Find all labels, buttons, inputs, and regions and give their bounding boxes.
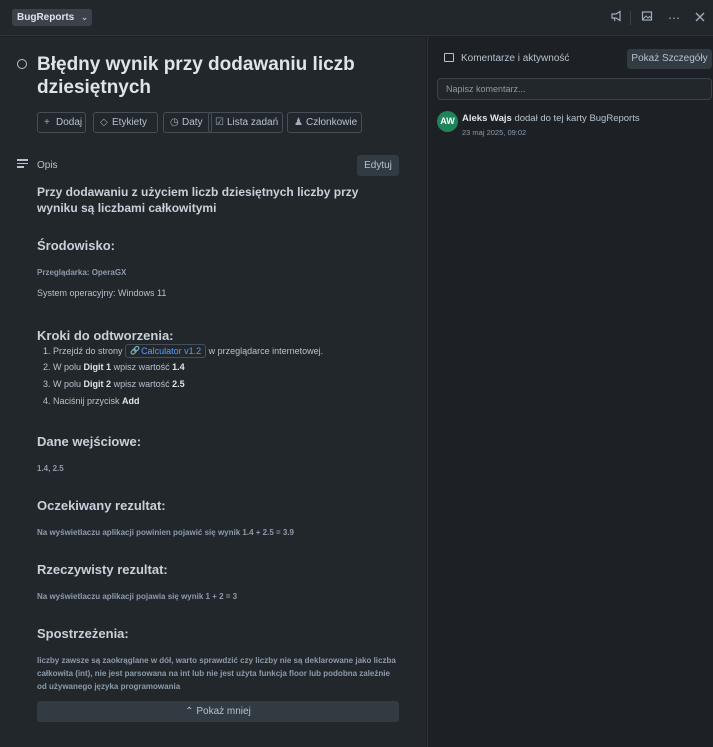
activity-user[interactable]: Aleks Wajs: [462, 113, 512, 124]
link-icon: 🔗: [130, 346, 141, 355]
edit-description-button[interactable]: Edytuj: [357, 155, 399, 176]
labels-button[interactable]: ◇ Etykiety: [93, 112, 158, 133]
add-label: Dodaj: [56, 117, 83, 128]
activity-sidebar: [427, 37, 713, 747]
tag-icon: ◇: [100, 117, 108, 128]
comment-icon: [444, 53, 454, 62]
chevron-down-icon: ⌄: [80, 12, 89, 22]
avatar[interactable]: AW: [437, 111, 458, 132]
show-details-button[interactable]: Pokaż Szczegóły: [627, 49, 712, 69]
step-2-mid: wpisz wartość: [113, 362, 170, 372]
input-heading: Dane wejściowe:: [37, 434, 142, 449]
step-2-field: Digit 1: [83, 362, 112, 372]
show-less-label: Pokaż mniej: [196, 706, 251, 717]
user-icon: ♟: [294, 117, 303, 128]
members-label: Członkowie: [306, 117, 358, 128]
activity-action: dodał do tej karty BugReports: [514, 113, 640, 124]
activity-title: Komentarze i aktywność: [461, 53, 570, 64]
step-3-value: 2.5: [172, 379, 185, 389]
close-icon[interactable]: [691, 9, 709, 27]
actual-heading: Rzeczywisty rezultat:: [37, 562, 168, 577]
checklist-icon: ☑: [215, 117, 224, 128]
clock-icon: ◷: [170, 117, 179, 128]
notes-heading: Spostrzeżenia:: [37, 626, 129, 641]
labels-label: Etykiety: [112, 117, 148, 128]
members-button[interactable]: ♟ Członkowie: [287, 112, 362, 133]
step-1-suffix: w przeglądarce internetowej.: [208, 346, 324, 356]
step-2: 2. W polu Digit 1 wpisz wartość 1.4: [43, 362, 405, 372]
calculator-link-label: Calculator v1.2: [141, 346, 202, 356]
dates-label: Daty: [182, 117, 203, 128]
step-3: 3. W polu Digit 2 wpisz wartość 2.5: [43, 379, 405, 389]
step-4-button: Add: [122, 396, 140, 406]
checklist-button[interactable]: ☑ Lista zadań: [208, 112, 283, 133]
more-icon[interactable]: ⋯: [665, 9, 683, 27]
notes-text: liczby zawsze są zaokrąglane w dół, wart…: [37, 656, 396, 691]
image-icon[interactable]: [638, 9, 656, 27]
actual-text: Na wyświetlaczu aplikacji pojawia się wy…: [37, 592, 238, 601]
step-3-text: 3. W polu: [43, 379, 82, 389]
divider: [630, 11, 631, 25]
step-2-value: 1.4: [172, 362, 185, 372]
description-label: Opis: [37, 160, 58, 171]
step-4: 4. Naciśnij przycisk Add: [43, 396, 405, 406]
complete-toggle[interactable]: [17, 59, 27, 69]
show-less-button[interactable]: ⌃ Pokaż mniej: [37, 701, 399, 722]
dates-button[interactable]: ◷ Daty: [163, 112, 212, 133]
comment-input[interactable]: Napisz komentarz...: [437, 78, 712, 100]
expected-text: Na wyświetlaczu aplikacji powinien pojaw…: [37, 528, 294, 537]
activity-timestamp[interactable]: 23 maj 2025, 09:02: [462, 128, 526, 137]
add-button[interactable]: + Dodaj: [37, 112, 86, 133]
os-info: System operacyjny: Windows 11: [37, 288, 167, 298]
plus-icon: +: [44, 117, 50, 128]
board-name: BugReports: [17, 12, 75, 23]
top-bar: BugReports ⌄ ⋯: [0, 0, 713, 36]
calculator-link[interactable]: 🔗 Calculator v1.2: [125, 344, 207, 358]
input-value: 1.4, 2.5: [37, 464, 64, 473]
board-selector[interactable]: BugReports ⌄: [12, 9, 93, 26]
description-icon: [17, 159, 28, 168]
megaphone-icon[interactable]: [607, 9, 625, 27]
env-heading: Środowisko:: [37, 238, 116, 253]
expected-heading: Oczekiwany rezultat:: [37, 498, 166, 513]
steps-heading: Kroki do odtworzenia:: [37, 328, 174, 343]
step-1: 1. Przejdź do strony 🔗 Calculator v1.2 w …: [43, 344, 405, 358]
step-2-text: 2. W polu: [43, 362, 82, 372]
card-title[interactable]: Błędny wynik przy dodawaniu liczb dziesi…: [37, 53, 397, 99]
description-lead: Przy dodawaniu z użyciem liczb dziesiętn…: [37, 185, 359, 215]
activity-entry: Aleks Wajs dodał do tej karty BugReports: [462, 113, 640, 124]
step-4-text: 4. Naciśnij przycisk: [43, 396, 120, 406]
step-3-mid: wpisz wartość: [113, 379, 170, 389]
step-3-field: Digit 2: [83, 379, 112, 389]
chevron-up-icon: ⌃: [185, 706, 194, 717]
browser-info: Przeglądarka: OperaGX: [37, 268, 127, 277]
checklist-label: Lista zadań: [227, 117, 279, 128]
step-1-text: 1. Przejdź do strony: [43, 346, 123, 356]
